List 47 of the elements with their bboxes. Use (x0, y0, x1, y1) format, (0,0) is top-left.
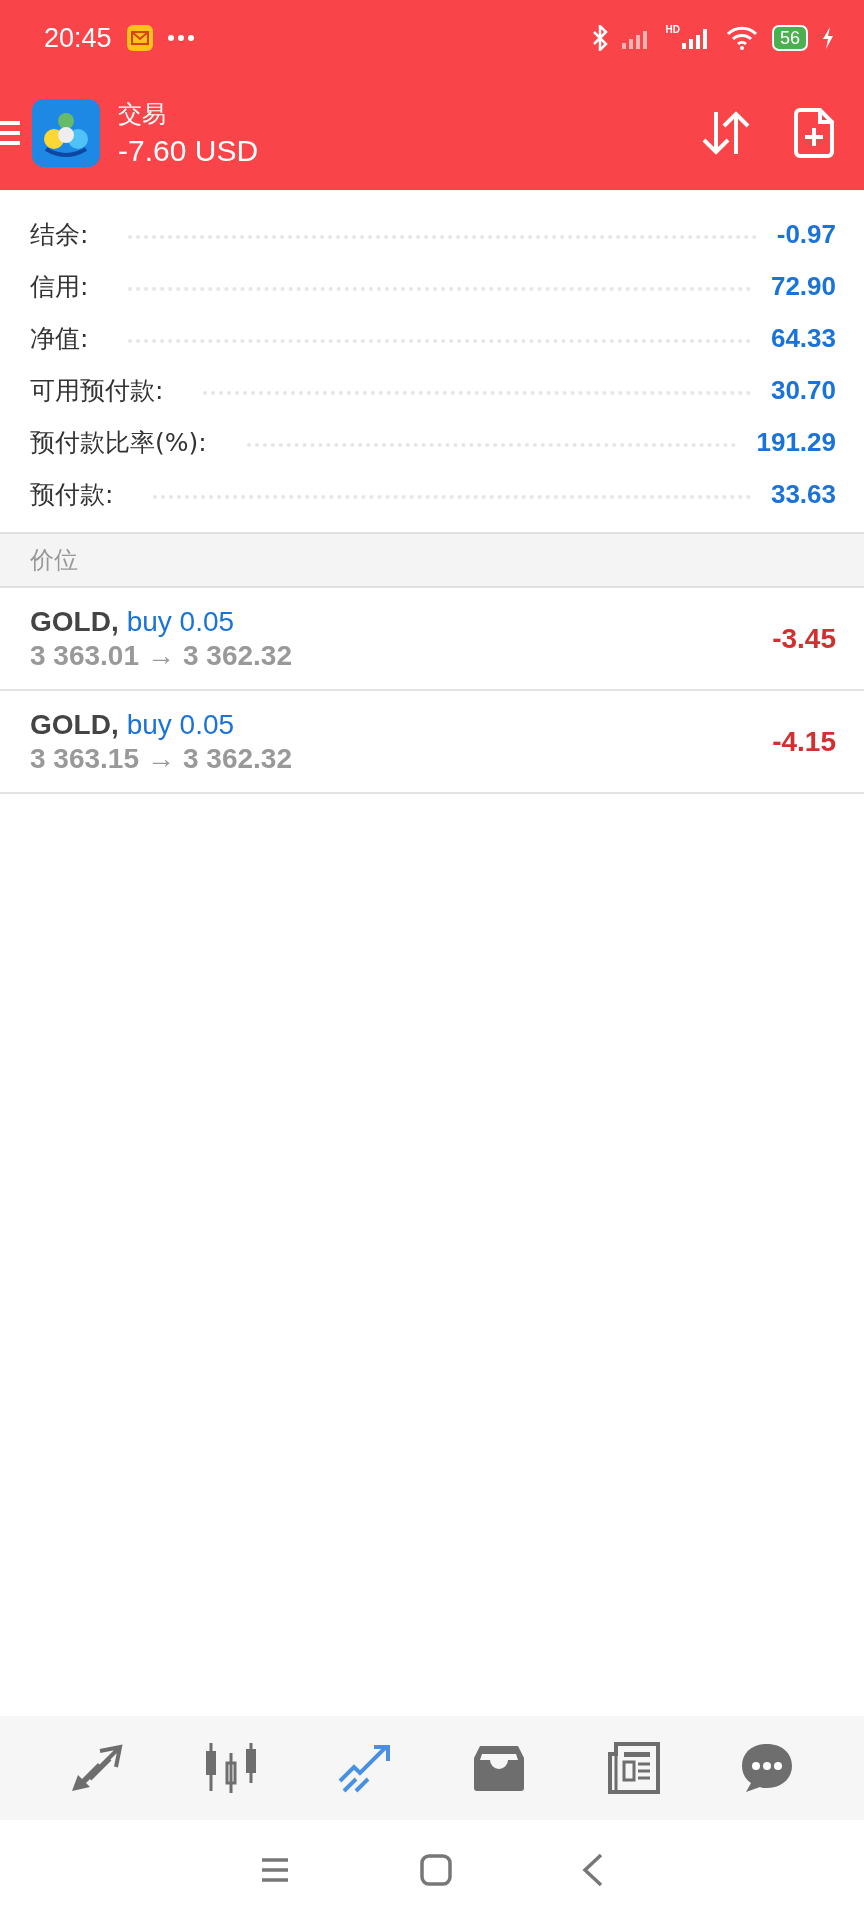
clock-time: 20:45 (44, 22, 112, 54)
screen-title: 交易 (118, 99, 167, 130)
wifi-icon (725, 26, 758, 50)
summary-value: -0.97 (776, 218, 836, 250)
newspaper-icon (606, 1742, 660, 1794)
position-side: buy 0.05 (126, 708, 235, 741)
position-side: buy 0.05 (126, 605, 235, 638)
network-type-label: HD (665, 24, 680, 35)
open-price: 3 363.01 (30, 639, 139, 672)
position-row[interactable]: GOLD, buy 0.05 3 363.01 → 3 362.32 -3.45 (0, 588, 864, 691)
back-button[interactable] (582, 1853, 604, 1887)
summary-label: 预付款: (30, 478, 114, 511)
position-profit: -3.45 (772, 622, 836, 655)
current-price: 3 362.32 (183, 639, 292, 672)
summary-label: 信用: (30, 270, 89, 303)
home-button[interactable] (420, 1854, 452, 1886)
summary-label: 可用预付款: (30, 374, 164, 407)
arrow-glyph: → (147, 639, 175, 672)
section-title: 价位 (30, 545, 78, 576)
account-balance: -7.60 USD (118, 134, 259, 168)
chat-bubble-icon (740, 1742, 794, 1794)
diagonal-arrows-icon (70, 1743, 124, 1793)
summary-value: 30.70 (770, 374, 836, 406)
position-symbol: GOLD, (30, 605, 119, 638)
position-symbol: GOLD, (30, 708, 119, 741)
candlestick-icon (204, 1741, 258, 1795)
inbox-icon (472, 1744, 526, 1792)
summary-value: 72.90 (770, 270, 836, 302)
summary-value: 64.33 (770, 322, 836, 354)
summary-value: 33.63 (770, 478, 836, 510)
battery-level: 56 (771, 25, 808, 51)
charging-icon (822, 27, 834, 49)
summary-label: 结余: (30, 218, 89, 251)
more-dots-icon (167, 35, 194, 41)
summary-value: 191.29 (756, 426, 836, 458)
recent-apps-button[interactable] (260, 1857, 290, 1883)
summary-label: 净值: (30, 322, 89, 355)
current-price: 3 362.32 (183, 742, 292, 775)
arrow-glyph: → (147, 742, 175, 775)
mail-notification-icon (125, 24, 154, 52)
trend-up-icon (338, 1743, 392, 1793)
position-profit: -4.15 (772, 725, 836, 758)
app-logo-icon (32, 99, 100, 167)
open-price: 3 363.15 (30, 742, 139, 775)
position-row[interactable]: GOLD, buy 0.05 3 363.15 → 3 362.32 -4.15 (0, 691, 864, 794)
summary-label: 预付款比率(%): (30, 426, 207, 459)
bluetooth-icon (591, 25, 608, 51)
